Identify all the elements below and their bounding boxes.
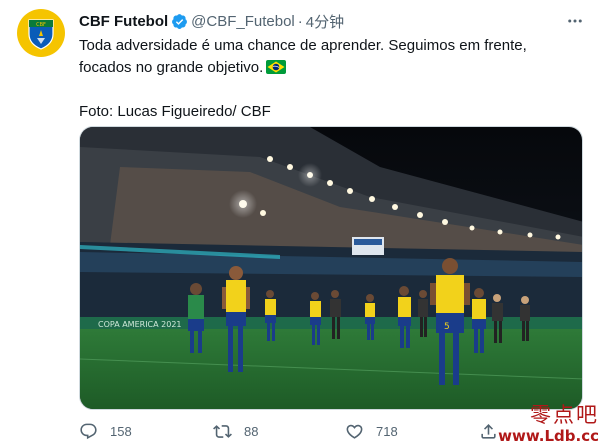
tweet-text-line: Toda adversidade é uma chance de aprende… — [79, 37, 527, 54]
avatar[interactable]: CBF — [17, 9, 65, 57]
retweet-icon — [213, 424, 232, 438]
svg-text:CBF: CBF — [36, 22, 46, 28]
reply-icon — [80, 423, 97, 439]
tweet-text-line: focados no grande objetivo. — [79, 59, 264, 76]
reply-count: 158 — [110, 423, 132, 439]
share-icon — [481, 423, 496, 439]
heart-icon — [346, 424, 363, 439]
like-button[interactable]: 718 — [345, 419, 398, 443]
reply-button[interactable]: 158 — [79, 419, 132, 443]
brazil-flag-icon — [266, 60, 287, 74]
watermark-chinese: 零点吧 — [530, 403, 599, 427]
tweet-text: Toda adversidade é uma chance de aprende… — [79, 35, 579, 123]
retweet-button[interactable]: 88 — [213, 419, 258, 443]
more-options-icon[interactable] — [565, 11, 585, 31]
timestamp[interactable]: 4分钟 — [306, 11, 344, 32]
stadium-banner: COPA AMERICA 2021 — [98, 320, 182, 329]
photo-credit: Foto: Lucas Figueiredo/ CBF — [79, 103, 271, 120]
verified-badge-icon — [172, 13, 188, 29]
watermark-url: www.Ldb.cc — [498, 427, 599, 445]
site-watermark: 零点吧 www.Ldb.cc — [498, 403, 599, 445]
author-name[interactable]: CBF Futebol — [79, 13, 168, 30]
tweet-header: CBF Futebol @CBF_Futebol · 4分钟 — [79, 11, 585, 31]
cbf-crest-icon: CBF — [28, 19, 54, 50]
like-count: 718 — [376, 423, 398, 439]
stadium-photo: COPA AMERICA 2021 5 — [80, 127, 582, 409]
tweet-photo[interactable]: COPA AMERICA 2021 5 — [79, 126, 583, 410]
tweet-card[interactable]: CBF CBF Futebol @CBF_Futebol · 4分钟 Toda … — [0, 0, 605, 447]
retweet-count: 88 — [244, 423, 259, 439]
separator-dot: · — [297, 12, 303, 30]
author-handle[interactable]: @CBF_Futebol — [191, 13, 295, 30]
svg-text:5: 5 — [444, 322, 450, 332]
